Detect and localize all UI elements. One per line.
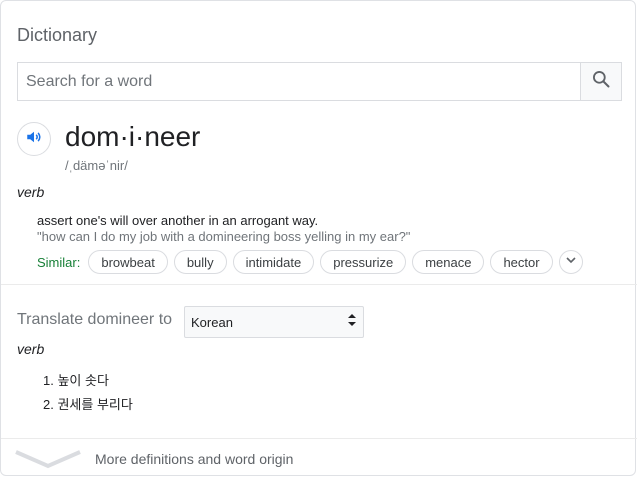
headword: dom·i·neer bbox=[65, 121, 201, 152]
more-definitions-label: More definitions and word origin bbox=[95, 451, 294, 467]
language-select[interactable]: Korean bbox=[184, 306, 364, 338]
pronunciation-button[interactable] bbox=[17, 122, 51, 156]
search-box bbox=[17, 62, 622, 101]
example-sentence: "how can I do my job with a domineering … bbox=[37, 229, 411, 244]
search-input[interactable] bbox=[18, 63, 580, 100]
translation-item: 2. 권세를 부리다 bbox=[43, 396, 133, 412]
more-definitions-link[interactable]: More definitions and word origin bbox=[1, 438, 637, 478]
translation-list: 1. 높이 솟다 2. 권세를 부리다 bbox=[43, 367, 133, 415]
speaker-icon bbox=[25, 128, 43, 151]
definition: assert one's will over another in an arr… bbox=[37, 213, 319, 228]
section-divider bbox=[1, 284, 637, 285]
similar-chip-bully[interactable]: bully bbox=[173, 250, 227, 274]
translation-item: 1. 높이 솟다 bbox=[43, 372, 109, 388]
translate-label: Translate domineer to bbox=[17, 311, 173, 328]
expand-chevron-icon bbox=[15, 446, 81, 475]
similar-chip-browbeat[interactable]: browbeat bbox=[88, 250, 168, 274]
language-select-value: Korean bbox=[191, 314, 233, 330]
select-arrows-icon bbox=[347, 313, 357, 332]
search-button[interactable] bbox=[580, 63, 621, 100]
similar-row: Similar: browbeat bully intimidate press… bbox=[37, 250, 583, 274]
dictionary-card: Dictionary dom·i·neer /ˌdäməˈnir/ verb a… bbox=[0, 0, 637, 478]
similar-chip-pressurize[interactable]: pressurize bbox=[320, 250, 407, 274]
phonetic: /ˌdäməˈnir/ bbox=[65, 158, 128, 173]
similar-chip-hector[interactable]: hector bbox=[490, 250, 553, 274]
card-title: Dictionary bbox=[17, 25, 98, 45]
similar-expand-button[interactable] bbox=[558, 250, 583, 274]
chevron-down-icon bbox=[565, 253, 577, 271]
search-icon bbox=[591, 69, 611, 94]
part-of-speech: verb bbox=[17, 184, 45, 200]
translation-part-of-speech: verb bbox=[17, 341, 45, 357]
similar-chip-intimidate[interactable]: intimidate bbox=[232, 250, 315, 274]
similar-label: Similar: bbox=[37, 254, 81, 270]
similar-chip-menace[interactable]: menace bbox=[412, 250, 485, 274]
